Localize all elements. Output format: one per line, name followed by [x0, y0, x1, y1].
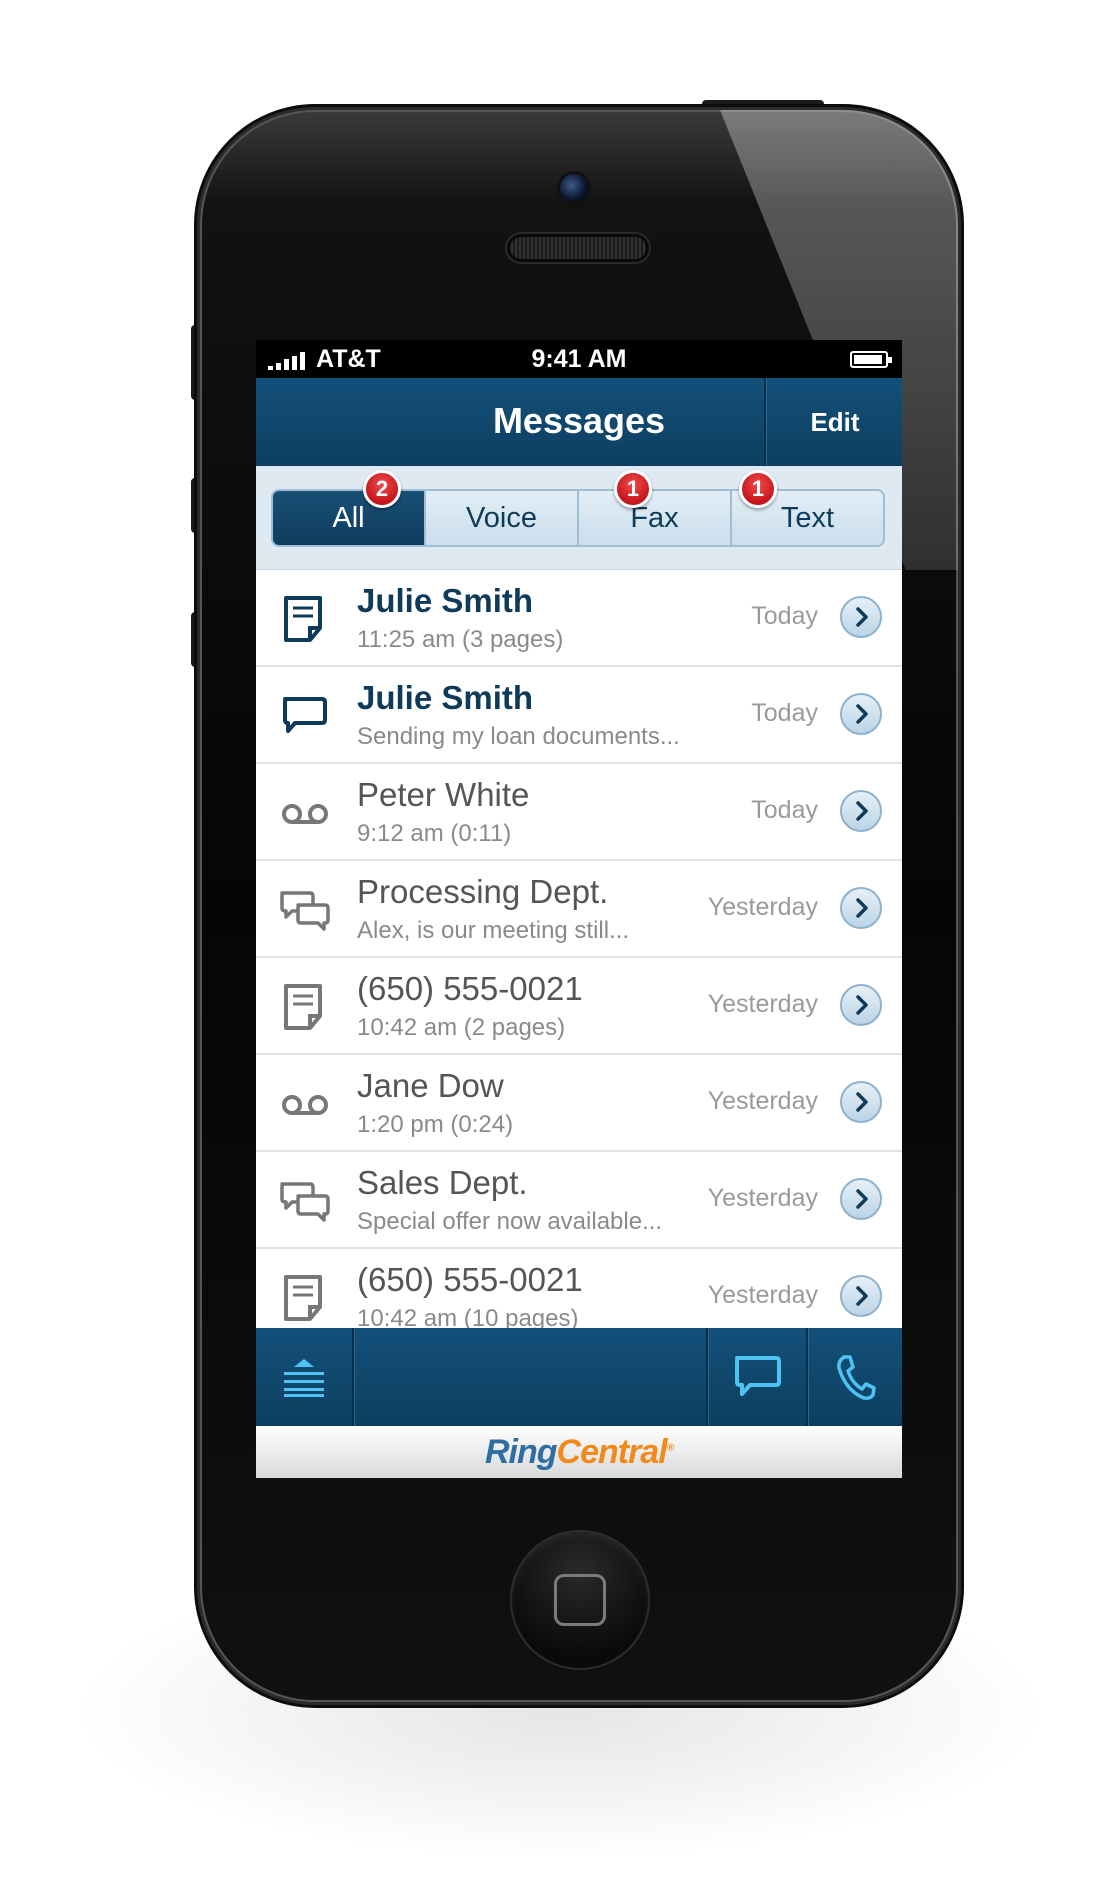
edit-button[interactable]: Edit: [768, 378, 902, 466]
menu-button[interactable]: [256, 1328, 352, 1426]
chevron-right-icon: [856, 607, 868, 627]
message-date: Yesterday: [707, 1087, 818, 1115]
list-item[interactable]: Julie Smith 11:25 am (3 pages) Today: [256, 570, 902, 667]
phone-icon: [837, 1355, 876, 1400]
voicemail-icon: [282, 1095, 328, 1115]
chevron-right-icon: [856, 704, 868, 724]
nav-divider: [764, 378, 766, 466]
message-list: Julie Smith 11:25 am (3 pages) Today Jul…: [256, 570, 902, 1328]
message-date: Yesterday: [707, 893, 818, 921]
phone-screen: AT&T 9:41 AM Messages Edit All Voice Fax…: [256, 340, 902, 1478]
list-item[interactable]: Julie Smith Sending my loan documents...…: [256, 667, 902, 764]
message-sender: Processing Dept.: [357, 873, 609, 910]
fax-document-icon: [284, 1275, 322, 1321]
list-item[interactable]: (650) 555-0021 10:42 am (10 pages) Yeste…: [256, 1249, 902, 1328]
disclosure-button[interactable]: [840, 984, 882, 1026]
group-chat-icon: [280, 1182, 330, 1222]
chevron-right-icon: [856, 1286, 868, 1306]
message-date: Yesterday: [707, 1281, 818, 1309]
message-sender: Julie Smith: [357, 679, 534, 716]
message-sender: Jane Dow: [357, 1067, 504, 1104]
chevron-right-icon: [856, 898, 868, 918]
message-sender: Julie Smith: [357, 582, 534, 619]
compose-message-icon: [735, 1356, 781, 1396]
disclosure-button[interactable]: [840, 596, 882, 638]
filter-bar: All Voice Fax Text 2 1 1: [256, 466, 902, 570]
home-square-icon: [554, 1574, 606, 1626]
call-button[interactable]: [808, 1328, 902, 1426]
battery-icon: [850, 351, 892, 368]
list-item[interactable]: Peter White 9:12 am (0:11) Today: [256, 764, 902, 861]
fax-unread-badge: 1: [614, 470, 652, 508]
message-detail: Alex, is our meeting still...: [357, 917, 630, 944]
menu-icon: [284, 1359, 324, 1397]
message-date: Today: [751, 796, 818, 824]
list-item[interactable]: Jane Dow 1:20 pm (0:24) Yesterday: [256, 1055, 902, 1152]
messages-app: Messages Edit All Voice Fax Text 2 1 1 J…: [256, 378, 902, 1478]
disclosure-button[interactable]: [840, 693, 882, 735]
list-item[interactable]: (650) 555-0021 10:42 am (2 pages) Yester…: [256, 958, 902, 1055]
message-sender: Peter White: [357, 776, 530, 813]
disclosure-button[interactable]: [840, 887, 882, 929]
message-date: Yesterday: [707, 1184, 818, 1212]
logo-central-text: Central: [556, 1432, 668, 1471]
navigation-bar: Messages Edit: [256, 378, 902, 466]
disclosure-button[interactable]: [840, 1178, 882, 1220]
message-detail: 10:42 am (2 pages): [357, 1014, 566, 1041]
status-time: 9:41 AM: [531, 345, 627, 373]
list-item[interactable]: Processing Dept. Alex, is our meeting st…: [256, 861, 902, 958]
message-detail: 1:20 pm (0:24): [357, 1111, 514, 1138]
message-sender: Sales Dept.: [357, 1164, 528, 1201]
tab-fax[interactable]: Fax: [577, 491, 730, 545]
chevron-right-icon: [856, 801, 868, 821]
logo-registered-mark: ®: [666, 1442, 674, 1454]
compose-message-button[interactable]: [708, 1328, 806, 1426]
message-detail: Sending my loan documents...: [357, 723, 680, 750]
disclosure-button[interactable]: [840, 1275, 882, 1317]
tab-voice[interactable]: Voice: [424, 491, 577, 545]
voicemail-icon: [282, 804, 328, 824]
text-unread-badge: 1: [739, 470, 777, 508]
message-detail: 11:25 am (3 pages): [357, 626, 564, 653]
message-detail: 9:12 am (0:11): [357, 820, 512, 847]
home-button[interactable]: [510, 1530, 650, 1670]
message-filter-segmented-control: All Voice Fax Text: [271, 489, 885, 547]
brand-footer: RingCentral®: [256, 1426, 902, 1478]
message-date: Yesterday: [707, 990, 818, 1018]
chevron-right-icon: [856, 1092, 868, 1112]
toolbar-divider: [352, 1328, 354, 1426]
bottom-toolbar: [256, 1328, 902, 1426]
chevron-right-icon: [856, 995, 868, 1015]
message-date: Today: [751, 699, 818, 727]
message-detail: Special offer now available...: [357, 1208, 663, 1235]
chevron-right-icon: [856, 1189, 868, 1209]
status-bar: AT&T 9:41 AM: [256, 340, 902, 378]
tab-all[interactable]: All: [273, 491, 424, 545]
group-chat-icon: [280, 891, 330, 931]
fax-document-icon: [284, 984, 322, 1030]
disclosure-button[interactable]: [840, 1081, 882, 1123]
message-detail: 10:42 am (10 pages): [357, 1305, 579, 1328]
earpiece-speaker: [507, 234, 649, 262]
all-unread-badge: 2: [363, 470, 401, 508]
message-date: Today: [751, 602, 818, 630]
list-item[interactable]: Sales Dept. Special offer now available.…: [256, 1152, 902, 1249]
message-sender: (650) 555-0021: [357, 970, 583, 1007]
logo-ring-text: Ring: [484, 1432, 558, 1471]
front-camera: [560, 174, 588, 202]
disclosure-button[interactable]: [840, 790, 882, 832]
ringcentral-logo: RingCentral®: [484, 1432, 674, 1472]
fax-document-icon: [284, 596, 322, 642]
message-sender: (650) 555-0021: [357, 1261, 583, 1298]
speech-bubble-icon: [283, 697, 327, 733]
